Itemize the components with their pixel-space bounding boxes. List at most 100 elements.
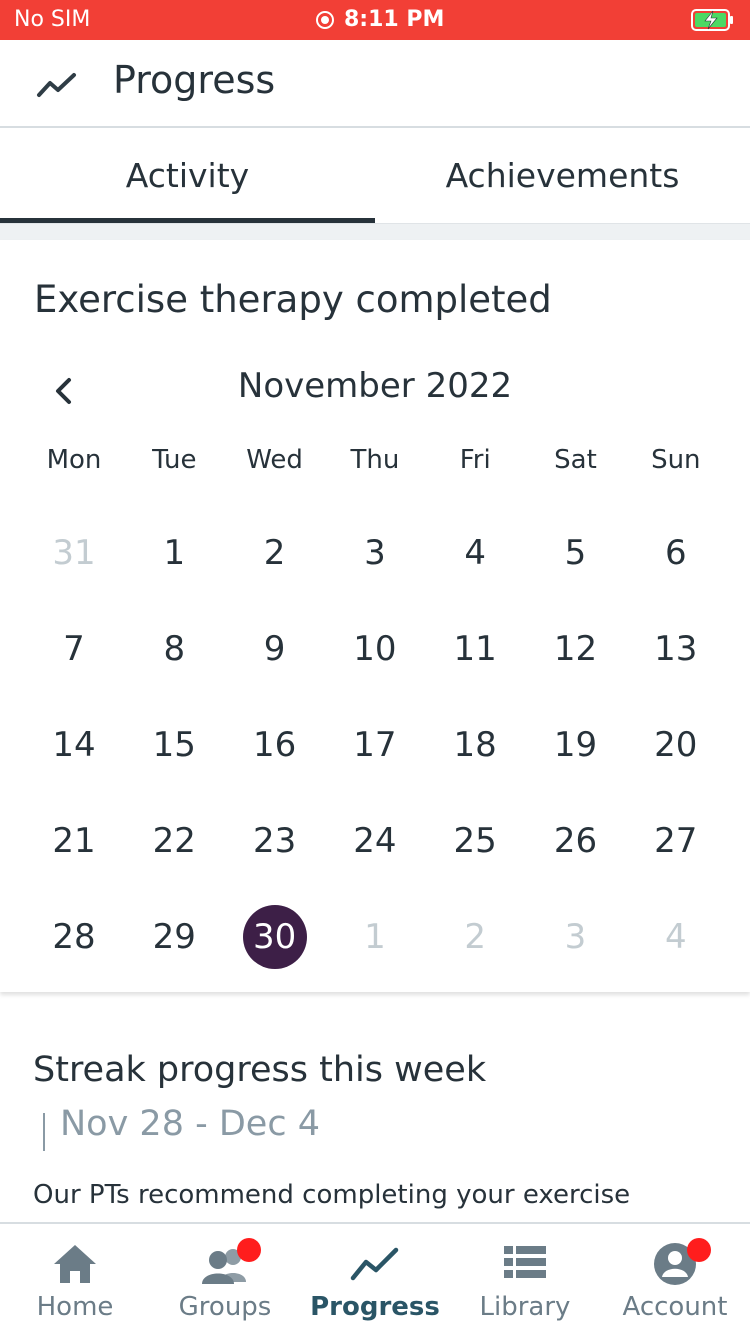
calendar-day[interactable]: 27 <box>626 793 726 889</box>
calendar-day[interactable]: 24 <box>325 793 425 889</box>
section-divider <box>0 224 750 240</box>
streak-card: Streak progress this week Nov 28 - Dec 4… <box>0 1006 750 1222</box>
calendar-day[interactable]: 14 <box>24 697 124 793</box>
day-number: 9 <box>263 629 286 669</box>
trend-line-icon <box>350 1247 399 1281</box>
calendar-day[interactable]: 21 <box>24 793 124 889</box>
day-number: 6 <box>664 533 687 573</box>
calendar-day[interactable]: 29 <box>124 889 224 985</box>
calendar-day[interactable]: 26 <box>526 793 626 889</box>
account-notification-badge <box>687 1238 711 1262</box>
calendar-day[interactable]: 22 <box>124 793 224 889</box>
status-bar: No SIM 8:11 PM <box>0 0 750 40</box>
nav-progress-label: Progress <box>310 1292 440 1322</box>
calendar-day[interactable]: 20 <box>626 697 726 793</box>
app-header: Progress <box>0 40 750 128</box>
tab-activity[interactable]: Activity <box>0 128 375 224</box>
calendar-day[interactable]: 7 <box>24 601 124 697</box>
calendar-day[interactable]: 19 <box>526 697 626 793</box>
nav-library-label: Library <box>479 1292 571 1322</box>
nav-home[interactable]: Home <box>0 1224 150 1334</box>
day-number: 1 <box>364 917 386 957</box>
nav-account-label: Account <box>622 1292 728 1322</box>
day-number: 2 <box>263 533 286 573</box>
carrier-label: No SIM <box>14 7 91 32</box>
calendar-day[interactable]: 16 <box>225 697 325 793</box>
bottom-navigation: Home Groups Progress Library Account <box>0 1222 750 1334</box>
calendar-day[interactable]: 4 <box>626 889 726 985</box>
calendar-day[interactable]: 9 <box>225 601 325 697</box>
calendar-day[interactable]: 13 <box>626 601 726 697</box>
day-number: 10 <box>353 629 397 669</box>
calendar-day[interactable]: 2 <box>425 889 525 985</box>
weekday-label: Thu <box>350 445 400 475</box>
streak-date-range: Nov 28 - Dec 4 <box>60 1104 320 1144</box>
calendar-day[interactable]: 11 <box>425 601 525 697</box>
calendar-day[interactable]: 4 <box>425 505 525 601</box>
range-divider <box>43 1113 45 1151</box>
calendar-card: Exercise therapy completed November 2022… <box>0 240 750 992</box>
groups-notification-badge <box>237 1238 261 1262</box>
day-number: 25 <box>453 821 497 861</box>
day-number: 27 <box>654 821 698 861</box>
calendar-day-selected[interactable]: 30 <box>225 889 325 985</box>
day-number: 18 <box>453 725 497 765</box>
calendar-day[interactable]: 5 <box>526 505 626 601</box>
day-number: 7 <box>63 629 85 669</box>
calendar-day[interactable]: 10 <box>325 601 425 697</box>
library-list-icon <box>504 1246 546 1278</box>
day-number: 14 <box>52 725 96 765</box>
tab-bar: Activity Achievements <box>0 128 750 224</box>
weekday-label: Fri <box>459 445 491 475</box>
weekday-header: Mon Tue Wed Thu Fri Sat Sun <box>24 445 726 481</box>
calendar-day[interactable]: 15 <box>124 697 224 793</box>
day-number: 17 <box>353 725 397 765</box>
day-number: 22 <box>152 821 196 861</box>
active-tab-indicator <box>0 218 375 223</box>
status-time: 8:11 PM <box>344 7 445 32</box>
nav-home-label: Home <box>36 1292 114 1322</box>
weekday-label: Sat <box>554 445 597 475</box>
section-title: Exercise therapy completed <box>34 278 552 321</box>
weekday-label: Mon <box>46 445 102 475</box>
calendar-day[interactable]: 1 <box>325 889 425 985</box>
nav-library[interactable]: Library <box>450 1224 600 1334</box>
nav-account[interactable]: Account <box>600 1224 750 1334</box>
day-number: 19 <box>553 725 598 765</box>
calendar-day[interactable]: 1 <box>124 505 224 601</box>
day-number: 16 <box>252 725 297 765</box>
calendar-day[interactable]: 31 <box>24 505 124 601</box>
day-number: 1 <box>163 533 186 573</box>
day-number: 11 <box>453 629 497 669</box>
calendar-day[interactable]: 8 <box>124 601 224 697</box>
streak-description: Our PTs recommend completing your exerci… <box>33 1180 631 1210</box>
day-number: 23 <box>252 821 297 861</box>
day-number: 15 <box>152 725 196 765</box>
calendar-day[interactable]: 25 <box>425 793 525 889</box>
calendar-day[interactable]: 3 <box>325 505 425 601</box>
recording-icon <box>316 11 334 29</box>
calendar-day[interactable]: 18 <box>425 697 525 793</box>
calendar-day[interactable]: 28 <box>24 889 124 985</box>
tab-achievements[interactable]: Achievements <box>375 128 750 224</box>
day-number: 30 <box>252 917 297 957</box>
day-number: 20 <box>654 725 698 765</box>
nav-groups-label: Groups <box>178 1292 272 1322</box>
nav-groups[interactable]: Groups <box>150 1224 300 1334</box>
calendar-day[interactable]: 12 <box>526 601 626 697</box>
day-number: 3 <box>364 533 386 573</box>
day-number: 3 <box>564 917 587 957</box>
day-number: 26 <box>553 821 598 861</box>
nav-progress[interactable]: Progress <box>300 1224 450 1334</box>
day-number: 21 <box>52 821 96 861</box>
calendar-day[interactable]: 2 <box>225 505 325 601</box>
weekday-label: Wed <box>246 445 303 475</box>
calendar-day[interactable]: 23 <box>225 793 325 889</box>
trend-line-icon <box>37 73 76 97</box>
calendar-day[interactable]: 17 <box>325 697 425 793</box>
calendar-day[interactable]: 3 <box>526 889 626 985</box>
day-number: 13 <box>654 629 698 669</box>
calendar-day[interactable]: 6 <box>626 505 726 601</box>
day-number: 24 <box>353 821 397 861</box>
day-number: 2 <box>464 917 486 957</box>
